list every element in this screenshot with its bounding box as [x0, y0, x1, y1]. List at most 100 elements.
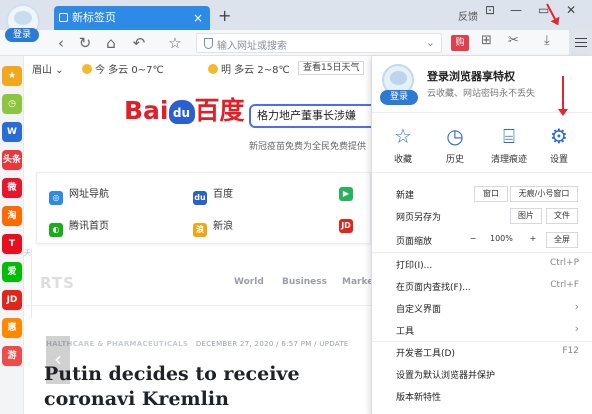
quick-link[interactable]: JD [339, 217, 359, 233]
menu-login-button[interactable]: 登录 [380, 90, 418, 105]
download-icon[interactable]: ⤓ [544, 33, 550, 48]
game-controller-icon: ▶ [339, 187, 353, 201]
menu-item[interactable]: 打印(I)... Ctrl+P [372, 254, 592, 274]
menu-item-shortcut: F12 [562, 346, 579, 356]
quick-link[interactable]: ◐ 腾讯首页 [49, 217, 109, 237]
menu-item[interactable]: 设置为默认浏览器并保护 [372, 364, 592, 384]
address-dropdown-icon[interactable]: ⌄ [426, 36, 435, 49]
menu-feature-label: 设置 [549, 155, 568, 165]
quick-link[interactable]: ▶ [339, 185, 359, 201]
annotation-arrow [558, 76, 568, 116]
baidu-search-input[interactable]: 格力地产董事长涉嫌 [249, 104, 371, 128]
login-badge[interactable]: 登录 [5, 28, 39, 42]
save-image-button[interactable]: 图片 [510, 208, 542, 224]
star-icon[interactable]: ★ [2, 66, 22, 86]
news-header: RTS World Business Marke [26, 262, 373, 306]
close-window-icon[interactable]: ✕ [566, 3, 576, 17]
zoom-out-button[interactable]: − [462, 232, 484, 248]
menu-feature-label: 清理痕迹 [490, 155, 527, 165]
partly-cloudy-icon [208, 64, 218, 74]
gear-icon: ⚙ [550, 124, 568, 148]
logo-text-right: 百度 [194, 96, 245, 125]
menu-item[interactable]: 在页面内查找(F)... Ctrl+F [372, 276, 592, 296]
menu-line [575, 46, 587, 47]
tab-new-tab[interactable]: 新标签页 × [54, 6, 210, 30]
new-tab-button[interactable]: + [218, 6, 231, 25]
article-headline[interactable]: Putin decides to receive coronavi Kremli… [44, 362, 371, 412]
menu-login-title[interactable]: 登录浏览器享特权 [427, 68, 515, 84]
security-shield-icon [204, 38, 213, 49]
news-nav-markets[interactable]: Marke [342, 277, 373, 287]
nav-icon: ◎ [49, 191, 63, 205]
address-bar[interactable]: 输入网址或搜索 ⌄ [196, 33, 442, 53]
home-icon[interactable]: ⌂ [102, 34, 120, 52]
weibo-icon[interactable]: 微 [2, 178, 22, 198]
menu-item-label: 版本新特性 [396, 393, 442, 403]
menu-feature-0[interactable]: ☆ 收藏 [382, 124, 424, 165]
bookmark-star-icon[interactable]: ☆ [166, 34, 184, 52]
fullscreen-button[interactable]: 全屏 [546, 232, 578, 248]
menu-row-zoom: 页面缩放 − 100% + 全屏 [372, 230, 592, 250]
menu-save-as-label: 网页另存为 [396, 213, 442, 223]
iqiyi-icon[interactable]: 爱 [2, 262, 22, 282]
new-window-button[interactable]: 窗口 [474, 186, 508, 202]
menu-feature-1[interactable]: ◷ 历史 [434, 124, 476, 165]
menu-item-shortcut: Ctrl+F [550, 280, 579, 290]
weather-city[interactable]: 眉山 ⌄ [32, 61, 64, 76]
news-site-logo[interactable]: RTS [40, 274, 75, 292]
toutiao-icon[interactable]: 头条 [2, 150, 22, 170]
taobao-icon[interactable]: 淘 [2, 206, 22, 226]
tmall-icon[interactable]: T [2, 234, 22, 254]
tab-bar: 新标签页 × + 反馈 ⊡ — ▭ ✕ [0, 0, 592, 38]
menu-zoom-label: 页面缩放 [396, 237, 433, 247]
shop-icon[interactable]: 惠 [2, 318, 22, 338]
clock-icon[interactable]: ◷ [2, 94, 22, 114]
back-icon[interactable]: ‹ [52, 34, 70, 52]
extensions-icon[interactable]: ⊞ [481, 33, 492, 48]
jd-icon[interactable]: JD [2, 290, 22, 310]
menu-line [575, 42, 587, 43]
minimize-icon[interactable]: — [510, 3, 522, 17]
save-file-button[interactable]: 文件 [546, 208, 578, 224]
news-nav-business[interactable]: Business [282, 277, 327, 287]
menu-item[interactable]: 版本新特性 [372, 386, 592, 406]
quick-link[interactable]: 浪新浪 [193, 217, 233, 237]
menu-feature-2[interactable]: ⌸ 清理痕迹 [488, 124, 530, 165]
menu-item-label: 工具 [396, 327, 415, 337]
search-hotword-tip[interactable]: 新冠疫苗免费为全民免费提供 [249, 139, 366, 152]
zoom-in-button[interactable]: + [522, 232, 544, 248]
chevron-right-icon: › [574, 300, 579, 313]
menu-item[interactable]: 自定义界面 › [372, 298, 592, 318]
refresh-icon[interactable]: ↻ [76, 34, 94, 52]
quick-link[interactable]: du 百度 [193, 185, 233, 205]
game-icon[interactable]: 游 [2, 346, 22, 366]
shopping-icon[interactable]: 购 [451, 35, 469, 51]
menu-item-label: 打印(I)... [396, 261, 433, 271]
broom-icon: ⌸ [503, 124, 515, 148]
article-kicker: HALTHCARE & PHARMACEUTICALS DECEMBER 27,… [46, 340, 349, 348]
menu-item[interactable]: 开发者工具(D) F12 [372, 341, 592, 362]
screenshot-scissors-icon[interactable]: ✂ [508, 33, 519, 48]
avatar-face-icon [14, 11, 32, 25]
menu-item-label: 开发者工具(D) [396, 349, 455, 359]
menu-row-new: 新建 窗口 无痕/小号窗口 [372, 184, 592, 204]
menu-row-save-as: 网页另存为 图片 文件 [372, 206, 592, 226]
quick-link[interactable]: ◎ 网址导航 [49, 185, 109, 205]
weather-tomorrow: 明 多云 2~8℃ [208, 61, 290, 76]
tencent-icon: ◐ [49, 223, 63, 237]
menu-feature-label: 历史 [445, 155, 464, 165]
new-incognito-button[interactable]: 无痕/小号窗口 [510, 186, 578, 202]
baidu-logo[interactable]: Bai du 百度 [124, 96, 245, 126]
quick-link-label: 新浪 [213, 221, 233, 232]
skin-icon[interactable]: ⊡ [485, 3, 495, 17]
main-menu-button[interactable] [569, 29, 592, 56]
feedback-link[interactable]: 反馈 [458, 8, 478, 23]
tab-close-icon[interactable]: × [193, 6, 203, 30]
menu-feature-3[interactable]: ⚙ 设置 [538, 124, 580, 165]
menu-login-subtitle: 云收藏、网站密码永不丢失 [427, 89, 536, 99]
undo-close-icon[interactable]: ↶ [130, 34, 148, 52]
forecast-button[interactable]: 查看15日天气 [298, 61, 365, 75]
word-icon[interactable]: W [2, 122, 22, 142]
menu-item[interactable]: 工具 › [372, 320, 592, 340]
news-nav-world[interactable]: World [234, 277, 264, 287]
